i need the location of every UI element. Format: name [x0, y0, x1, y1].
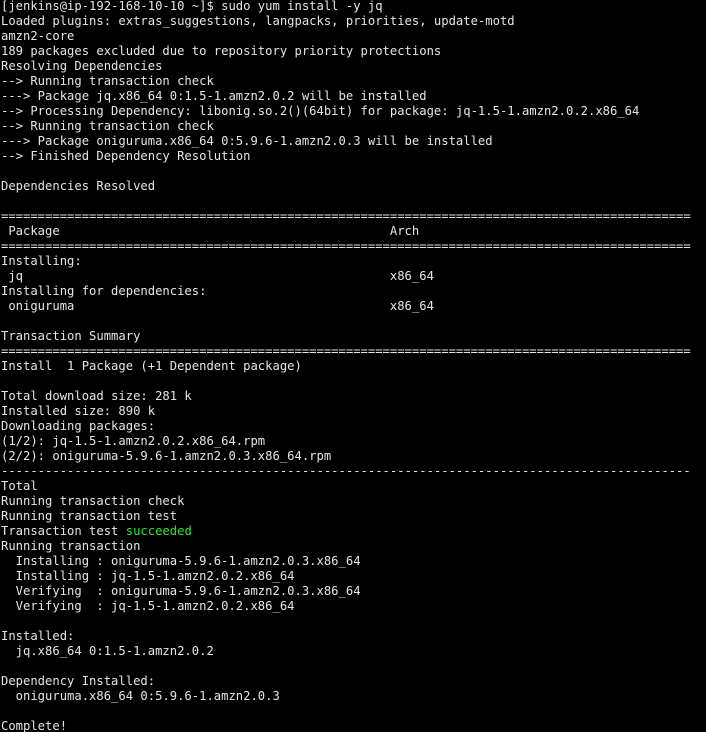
- terminal-line: Running transaction check: [1, 494, 706, 509]
- terminal-line-text: oniguruma x86_64: [1, 299, 434, 313]
- terminal-line-text: [jenkins@ip-192-168-10-10 ~]$ sudo yum i…: [1, 0, 383, 13]
- terminal-line-text: Transaction Summary: [1, 329, 141, 343]
- terminal-line: --> Running transaction check: [1, 119, 706, 134]
- terminal-line-text: Resolving Dependencies: [1, 59, 163, 73]
- terminal-line: Running transaction: [1, 539, 706, 554]
- terminal-line: Installing:: [1, 254, 706, 269]
- terminal-line-text: --> Processing Dependency: libonig.so.2(…: [1, 104, 640, 118]
- terminal-line-text: Total download size: 281 k: [1, 389, 192, 403]
- terminal-line: jq x86_64: [1, 269, 706, 284]
- terminal-line: (1/2): jq-1.5-1.amzn2.0.2.x86_64.rpm: [1, 434, 706, 449]
- terminal-line: ========================================…: [1, 239, 706, 254]
- terminal-line-text: Running transaction test: [1, 509, 178, 523]
- terminal-line-text: 189 packages excluded due to repository …: [1, 44, 442, 58]
- terminal-line: Dependencies Resolved: [1, 179, 706, 194]
- terminal-line-text: --> Running transaction check: [1, 119, 214, 133]
- terminal-line: Install 1 Package (+1 Dependent package): [1, 359, 706, 374]
- terminal-line-text: Package Arch: [1, 224, 420, 238]
- terminal-line-text: Installing : jq-1.5-1.amzn2.0.2.x86_64: [1, 569, 295, 583]
- terminal-line: Total: [1, 479, 706, 494]
- terminal-line: Installing : oniguruma-5.9.6-1.amzn2.0.3…: [1, 554, 706, 569]
- terminal-line: ========================================…: [1, 209, 706, 224]
- terminal-line: ---> Package oniguruma.x86_64 0:5.9.6-1.…: [1, 134, 706, 149]
- terminal-line: amzn2-core: [1, 29, 706, 44]
- terminal-line-text: (2/2): oniguruma-5.9.6-1.amzn2.0.3.x86_6…: [1, 449, 332, 463]
- terminal-line: oniguruma.x86_64 0:5.9.6-1.amzn2.0.3: [1, 689, 706, 704]
- terminal-line-text: ========================================…: [1, 344, 691, 358]
- terminal-line: Verifying : jq-1.5-1.amzn2.0.2.x86_64: [1, 599, 706, 614]
- terminal-line-text: Installing:: [1, 254, 82, 268]
- terminal-line: [jenkins@ip-192-168-10-10 ~]$ sudo yum i…: [1, 0, 706, 14]
- terminal-line-text: (1/2): jq-1.5-1.amzn2.0.2.x86_64.rpm: [1, 434, 266, 448]
- terminal-line-text: Transaction test: [1, 524, 126, 538]
- terminal-line-text: Installing : oniguruma-5.9.6-1.amzn2.0.3…: [1, 554, 361, 568]
- terminal-line: Verifying : oniguruma-5.9.6-1.amzn2.0.3.…: [1, 584, 706, 599]
- terminal-line: Dependency Installed:: [1, 674, 706, 689]
- terminal-line-text: --> Finished Dependency Resolution: [1, 149, 251, 163]
- terminal-line-text: ---> Package oniguruma.x86_64 0:5.9.6-1.…: [1, 134, 493, 148]
- terminal-line-text: ========================================…: [1, 239, 691, 253]
- terminal-line: Installing : jq-1.5-1.amzn2.0.2.x86_64: [1, 569, 706, 584]
- terminal-line-text: jq.x86_64 0:1.5-1.amzn2.0.2: [1, 644, 214, 658]
- terminal-line: Running transaction test: [1, 509, 706, 524]
- terminal-line: Installing for dependencies:: [1, 284, 706, 299]
- terminal-line-text: Verifying : jq-1.5-1.amzn2.0.2.x86_64: [1, 599, 295, 613]
- terminal-line: ----------------------------------------…: [1, 464, 706, 479]
- terminal-line: --> Processing Dependency: libonig.so.2(…: [1, 104, 706, 119]
- terminal-line-text: Running transaction: [1, 539, 141, 553]
- terminal-line: ========================================…: [1, 344, 706, 359]
- terminal-line: 189 packages excluded due to repository …: [1, 44, 706, 59]
- terminal-line: Installed:: [1, 629, 706, 644]
- terminal-line: --> Running transaction check: [1, 74, 706, 89]
- terminal-line: Installed size: 890 k: [1, 404, 706, 419]
- terminal-line-text: Running transaction check: [1, 494, 185, 508]
- terminal-line-text: Installing for dependencies:: [1, 284, 207, 298]
- terminal-line-text: oniguruma.x86_64 0:5.9.6-1.amzn2.0.3: [1, 689, 280, 703]
- terminal-line: jq.x86_64 0:1.5-1.amzn2.0.2: [1, 644, 706, 659]
- terminal-line-text: Dependencies Resolved: [1, 179, 156, 193]
- terminal-line-text: Total: [1, 479, 38, 493]
- terminal-line: Resolving Dependencies: [1, 59, 706, 74]
- terminal-line: Package Arch: [1, 224, 706, 239]
- terminal-line: Loaded plugins: extras_suggestions, lang…: [1, 14, 706, 29]
- terminal-line-text: ========================================…: [1, 209, 691, 223]
- terminal-line: Complete!: [1, 719, 706, 732]
- terminal-line: Downloading packages:: [1, 419, 706, 434]
- terminal-line-text: Installed size: 890 k: [1, 404, 156, 418]
- terminal-line-text: Install 1 Package (+1 Dependent package): [1, 359, 302, 373]
- terminal-line: oniguruma x86_64: [1, 299, 706, 314]
- terminal-line-text: Verifying : oniguruma-5.9.6-1.amzn2.0.3.…: [1, 584, 361, 598]
- terminal-line-text: Loaded plugins: extras_suggestions, lang…: [1, 14, 515, 28]
- terminal-line-text: ----------------------------------------…: [1, 464, 691, 478]
- terminal-line: --> Finished Dependency Resolution: [1, 149, 706, 164]
- terminal-line-text: jq x86_64: [1, 269, 434, 283]
- terminal-output[interactable]: [jenkins@ip-192-168-10-10 ~]$ sudo yum i…: [1, 0, 706, 732]
- terminal-line-text: --> Running transaction check: [1, 74, 214, 88]
- terminal-line-text: Complete!: [1, 719, 68, 732]
- terminal-line: (2/2): oniguruma-5.9.6-1.amzn2.0.3.x86_6…: [1, 449, 706, 464]
- terminal-line-text: Dependency Installed:: [1, 674, 156, 688]
- terminal-line-text: Downloading packages:: [1, 419, 156, 433]
- terminal-line-text: amzn2-core: [1, 29, 75, 43]
- terminal-line: Transaction test succeeded: [1, 524, 706, 539]
- status-success-text: succeeded: [125, 524, 192, 538]
- terminal-line-text: ---> Package jq.x86_64 0:1.5-1.amzn2.0.2…: [1, 89, 427, 103]
- terminal-line: ---> Package jq.x86_64 0:1.5-1.amzn2.0.2…: [1, 89, 706, 104]
- terminal-line-text: Installed:: [1, 629, 75, 643]
- terminal-line: Total download size: 281 k: [1, 389, 706, 404]
- terminal-line: Transaction Summary: [1, 329, 706, 344]
